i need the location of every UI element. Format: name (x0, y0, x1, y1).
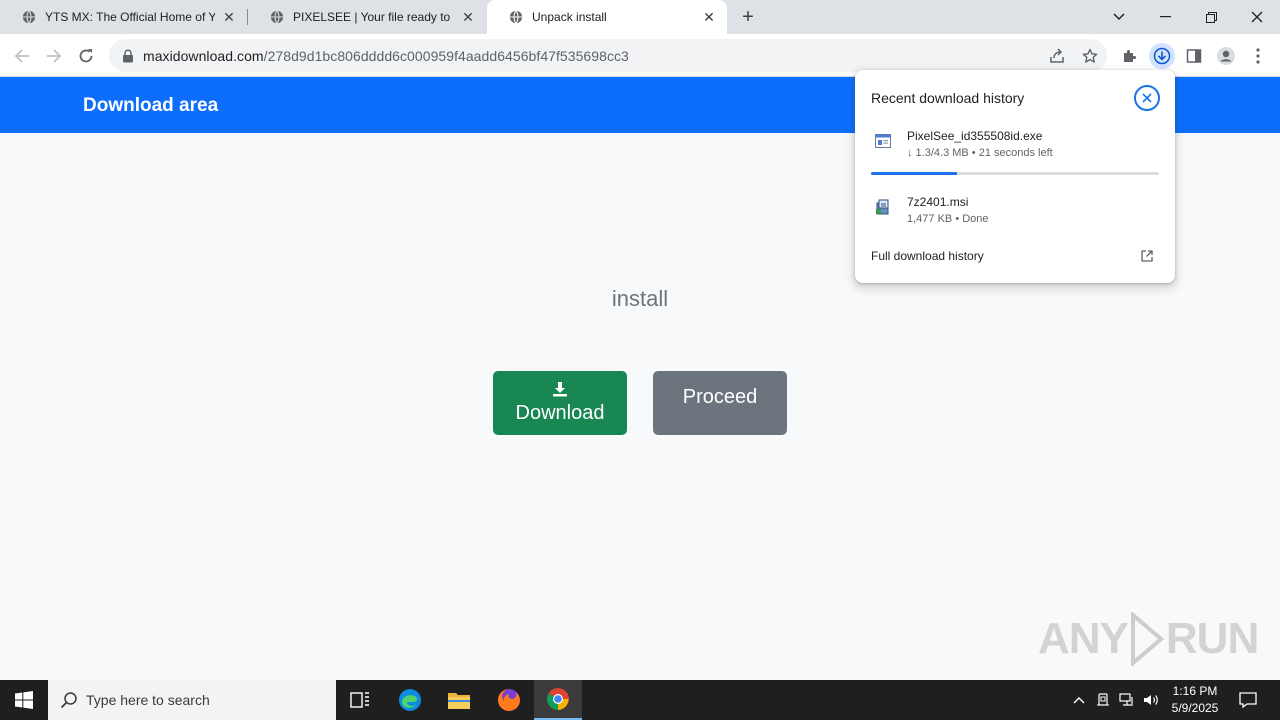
downloads-icon[interactable] (1149, 43, 1175, 69)
open-external-icon[interactable] (1140, 249, 1154, 263)
bookmark-star-icon[interactable] (1080, 46, 1100, 66)
address-bar[interactable]: maxidownload.com/278d9d1bc806dddd6c00095… (109, 39, 1107, 72)
download-button[interactable]: Download (493, 371, 627, 435)
tab-yts[interactable]: YTS MX: The Official Home of YIFY ✕ (0, 0, 247, 34)
task-view-icon (350, 692, 369, 708)
tab-search-chevron-icon[interactable] (1096, 0, 1142, 34)
firefox-icon (498, 689, 520, 711)
profile-avatar-icon[interactable] (1213, 43, 1239, 69)
menu-kebab-icon[interactable] (1245, 43, 1271, 69)
exe-file-icon (875, 134, 891, 148)
tab-title: PIXELSEE | Your file ready to download (293, 10, 454, 24)
volume-icon[interactable] (1140, 680, 1162, 720)
download-button-label: Download (515, 402, 605, 424)
edge-icon (399, 689, 421, 711)
task-view-button[interactable] (336, 680, 384, 720)
download-progress-fill (871, 172, 958, 175)
taskbar-clock[interactable]: 1:16 PM 5/9/2025 (1166, 683, 1224, 717)
tab-close-icon[interactable]: ✕ (221, 9, 237, 25)
globe-icon (22, 10, 36, 24)
tab-strip: YTS MX: The Official Home of YIFY ✕ PIXE… (0, 0, 1280, 34)
network-icon[interactable] (1116, 680, 1138, 720)
proceed-button[interactable]: Proceed (653, 371, 787, 435)
taskbar-edge[interactable] (386, 680, 434, 720)
bubble-close-button[interactable] (1134, 85, 1160, 111)
back-button[interactable] (8, 42, 36, 70)
tab-close-icon[interactable]: ✕ (701, 9, 717, 25)
download-item[interactable]: 7z2401.msi 1,477 KB • Done (871, 195, 1161, 229)
install-heading: install (611, 286, 669, 311)
side-panel-icon[interactable] (1181, 43, 1207, 69)
forward-button[interactable] (40, 42, 68, 70)
share-icon[interactable] (1047, 46, 1067, 66)
tray-device-icon[interactable] (1092, 680, 1114, 720)
download-filename: 7z2401.msi (907, 195, 969, 209)
start-button[interactable] (0, 680, 48, 720)
download-history-bubble: Recent download history PixelSee_id35550… (855, 70, 1175, 283)
tab-pixelsee[interactable]: PIXELSEE | Your file ready to download ✕ (248, 0, 486, 34)
windows-logo-icon (15, 691, 33, 709)
download-progress-bar (871, 172, 1159, 175)
search-placeholder: Type here to search (86, 692, 210, 708)
taskbar-chrome[interactable] (534, 680, 582, 720)
full-download-history-link[interactable]: Full download history (871, 249, 984, 263)
clock-date: 5/9/2025 (1171, 701, 1219, 715)
folder-icon (448, 693, 470, 709)
restore-button[interactable] (1188, 0, 1234, 34)
close-icon (1142, 93, 1152, 103)
taskbar-file-explorer[interactable] (435, 680, 483, 720)
taskbar-firefox[interactable] (485, 680, 533, 720)
search-icon (60, 692, 77, 709)
globe-icon (509, 10, 523, 24)
anyrun-watermark: ANY RUN (1038, 612, 1259, 666)
reload-button[interactable] (72, 42, 100, 70)
url-host: maxidownload.com (143, 47, 264, 64)
bubble-title: Recent download history (871, 90, 1025, 106)
play-triangle-icon (1130, 612, 1164, 666)
download-status: ↓ 1.3/4.3 MB • 21 seconds left (907, 147, 1053, 159)
site-brand[interactable]: Download area (83, 95, 218, 117)
clock-time: 1:16 PM (1172, 684, 1218, 698)
new-tab-button[interactable]: + (736, 6, 760, 28)
download-filename: PixelSee_id355508id.exe (907, 129, 1043, 143)
url-path: /278d9d1bc806dddd6c000959f4aadd6456bf47f… (263, 47, 629, 64)
globe-icon (270, 10, 284, 24)
download-item[interactable]: PixelSee_id355508id.exe ↓ 1.3/4.3 MB • 2… (871, 129, 1161, 163)
minimize-button[interactable] (1142, 0, 1188, 34)
windows-taskbar: Type here to search 1:16 PM 5/9/2025 (0, 680, 1280, 720)
msi-installer-icon (876, 199, 889, 215)
proceed-button-label: Proceed (682, 385, 758, 408)
url-text[interactable]: maxidownload.com/278d9d1bc806dddd6c00095… (143, 48, 629, 64)
chrome-icon (547, 688, 569, 710)
taskbar-search[interactable]: Type here to search (48, 680, 336, 720)
tab-close-icon[interactable]: ✕ (460, 9, 476, 25)
download-arrow-icon (553, 382, 567, 397)
tab-unpack-install[interactable]: Unpack install ✕ (487, 0, 727, 34)
watermark-left: ANY (1038, 614, 1129, 663)
tab-title: YTS MX: The Official Home of YIFY (45, 10, 215, 24)
tray-overflow-chevron-icon[interactable] (1068, 680, 1090, 720)
close-window-button[interactable] (1234, 0, 1280, 34)
tab-title: Unpack install (532, 10, 607, 24)
watermark-right: RUN (1165, 614, 1259, 663)
download-status: 1,477 KB • Done (907, 213, 989, 225)
lock-icon[interactable] (121, 49, 135, 63)
notifications-icon[interactable] (1234, 680, 1262, 720)
extensions-puzzle-icon[interactable] (1117, 43, 1143, 69)
